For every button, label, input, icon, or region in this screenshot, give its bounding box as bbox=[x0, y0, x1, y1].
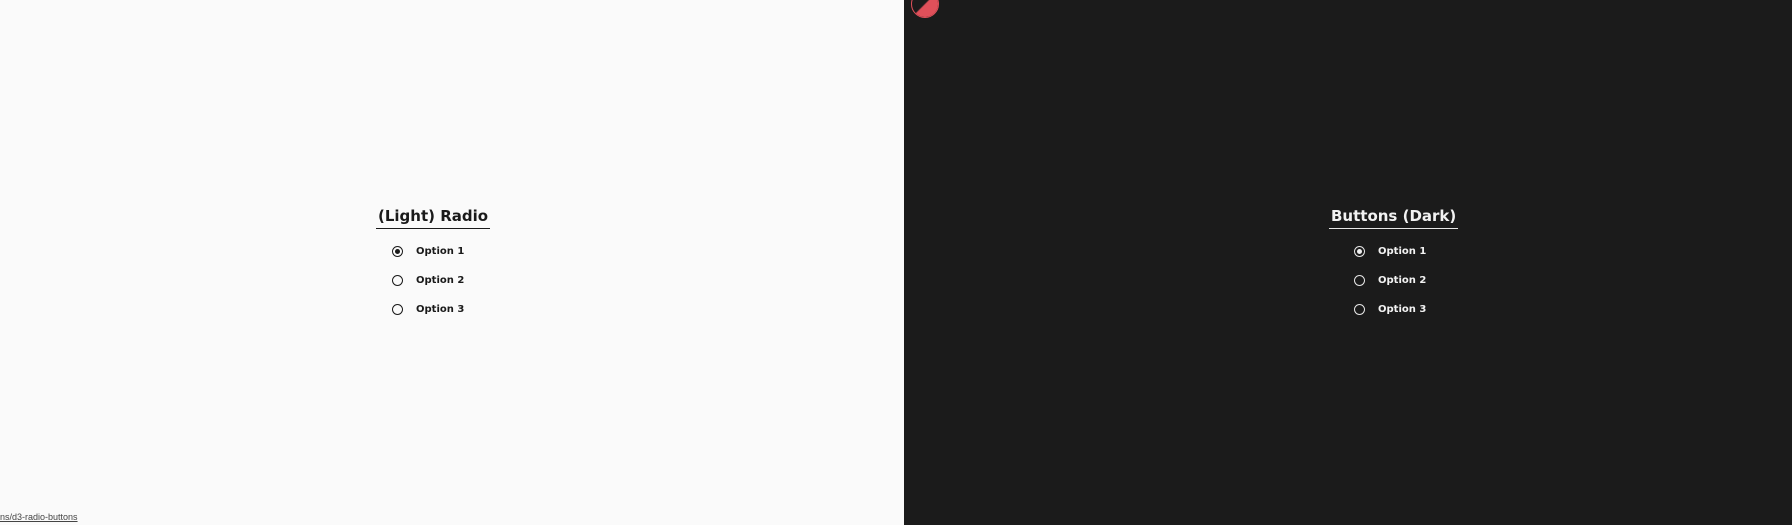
radio-unselected-icon[interactable] bbox=[1354, 275, 1365, 286]
light-radio-option-1[interactable]: Option 1 bbox=[392, 243, 490, 260]
light-radio-option-label: Option 2 bbox=[416, 275, 465, 286]
dark-radio-title: Buttons (Dark) bbox=[1329, 207, 1459, 229]
light-panel: (Light) Radio Option 1 Option 2 Option 3… bbox=[0, 0, 904, 525]
theme-toggle-icon[interactable] bbox=[911, 0, 939, 18]
light-radio-option-label: Option 3 bbox=[416, 304, 465, 315]
dark-radio-option-1[interactable]: Option 1 bbox=[1354, 243, 1458, 260]
dark-radio-option-label: Option 3 bbox=[1378, 304, 1427, 315]
light-radio-title: (Light) Radio bbox=[376, 207, 491, 229]
radio-dot bbox=[395, 249, 400, 254]
radio-selected-icon[interactable] bbox=[392, 246, 403, 257]
dark-radio-options: Option 1 Option 2 Option 3 bbox=[1329, 243, 1458, 318]
status-bar-link[interactable]: ns/d3-radio-buttons bbox=[0, 512, 78, 522]
radio-unselected-icon[interactable] bbox=[1354, 304, 1365, 315]
dark-panel: Buttons (Dark) Option 1 Option 2 Option … bbox=[904, 0, 1792, 525]
radio-selected-icon[interactable] bbox=[1354, 246, 1365, 257]
light-radio-option-label: Option 1 bbox=[416, 246, 465, 257]
radio-unselected-icon[interactable] bbox=[392, 275, 403, 286]
light-radio-options: Option 1 Option 2 Option 3 bbox=[376, 243, 490, 318]
dark-radio-option-3[interactable]: Option 3 bbox=[1354, 301, 1458, 318]
dark-radio-option-label: Option 1 bbox=[1378, 246, 1427, 257]
radio-dot bbox=[1357, 249, 1362, 254]
dark-radio-option-2[interactable]: Option 2 bbox=[1354, 272, 1458, 289]
theme-toggle-fill bbox=[912, 0, 938, 17]
light-radio-option-3[interactable]: Option 3 bbox=[392, 301, 490, 318]
dark-radio-group: Buttons (Dark) Option 1 Option 2 Option … bbox=[1329, 206, 1459, 318]
light-radio-option-2[interactable]: Option 2 bbox=[392, 272, 490, 289]
dark-radio-option-label: Option 2 bbox=[1378, 275, 1427, 286]
page: (Light) Radio Option 1 Option 2 Option 3… bbox=[0, 0, 1792, 525]
radio-unselected-icon[interactable] bbox=[392, 304, 403, 315]
light-radio-group: (Light) Radio Option 1 Option 2 Option 3 bbox=[376, 206, 491, 318]
